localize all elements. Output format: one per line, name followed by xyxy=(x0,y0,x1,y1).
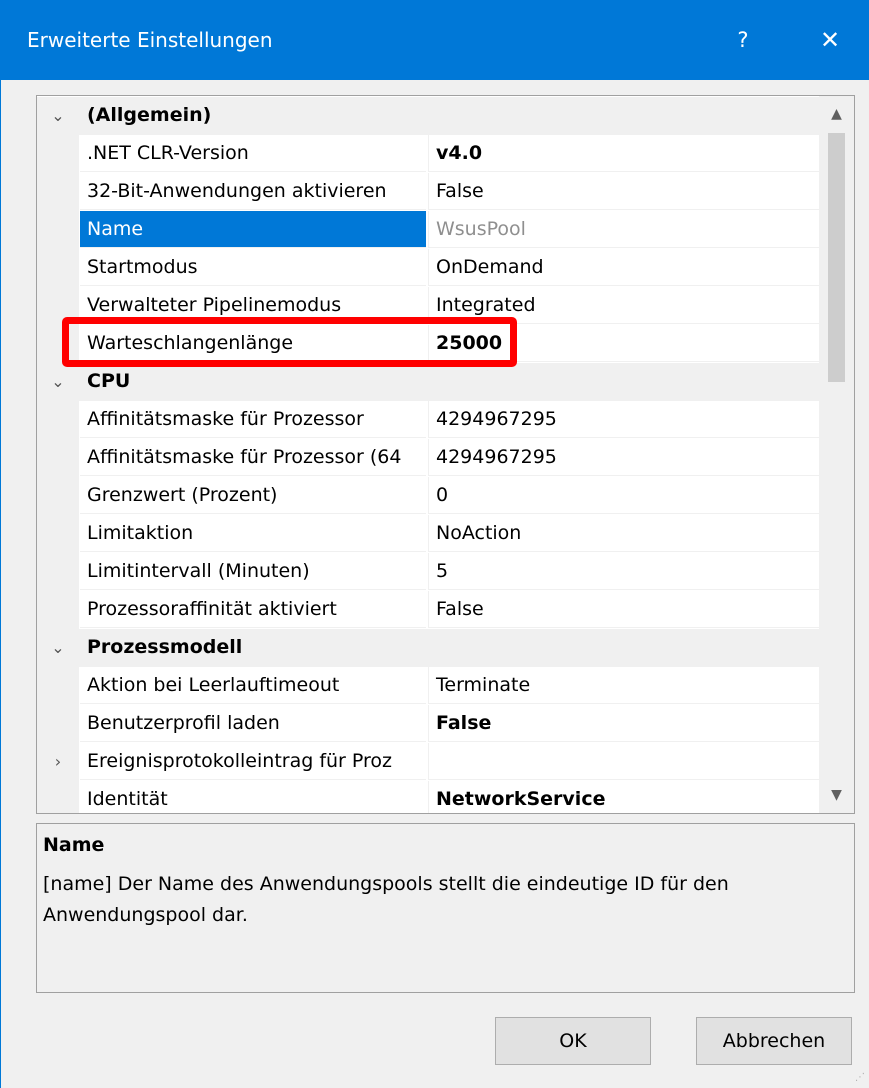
property-name: Identität xyxy=(80,781,426,813)
row-margin xyxy=(37,781,79,813)
property-row[interactable]: Aktion bei Leerlauftimeout Terminate xyxy=(37,667,819,705)
property-value[interactable]: Terminate xyxy=(428,667,819,704)
description-title: Name xyxy=(43,834,105,856)
category-row[interactable]: ⌄ Prozessmodell xyxy=(37,629,819,667)
property-row[interactable]: › Ereignisprotokolleintrag für Proz xyxy=(37,743,819,781)
scroll-thumb[interactable] xyxy=(828,133,845,382)
property-name: Limitintervall (Minuten) xyxy=(80,553,426,590)
row-margin xyxy=(37,591,79,629)
collapse-chevron-icon[interactable]: ⌄ xyxy=(45,629,71,667)
property-name: Aktion bei Leerlauftimeout xyxy=(80,667,426,704)
description-text: [name] Der Name des Anwendungspools stel… xyxy=(43,873,729,926)
row-margin xyxy=(37,515,79,553)
property-name: Startmodus xyxy=(80,249,426,286)
category-label: (Allgemein) xyxy=(87,104,212,126)
help-button[interactable]: ? xyxy=(718,10,768,70)
property-row[interactable]: Affinitätsmaske für Prozessor (64 4294967… xyxy=(37,439,819,477)
scroll-up-arrow-icon[interactable]: ▲ xyxy=(819,96,854,132)
property-value[interactable]: WsusPool xyxy=(428,211,819,248)
row-margin xyxy=(37,553,79,591)
property-name: Limitaktion xyxy=(80,515,426,552)
description-panel: Name [name] Der Name des Anwendungspools… xyxy=(36,823,855,993)
category-label: Prozessmodell xyxy=(87,636,243,658)
property-row[interactable]: Benutzerprofil laden False xyxy=(37,705,819,743)
property-value[interactable]: OnDemand xyxy=(428,249,819,286)
property-name: Affinitätsmaske für Prozessor (64 xyxy=(80,439,426,476)
window-title: Erweiterte Einstellungen xyxy=(27,28,273,52)
property-row[interactable]: Identität NetworkService xyxy=(37,781,819,813)
property-value[interactable]: False xyxy=(428,173,819,210)
title-bar: Erweiterte Einstellungen ? ✕ xyxy=(0,0,869,80)
property-name: Benutzerprofil laden xyxy=(80,705,426,742)
ok-button[interactable]: OK xyxy=(495,1017,651,1065)
row-margin xyxy=(37,667,79,705)
property-value[interactable]: 4294967295 xyxy=(428,439,819,476)
window-border xyxy=(0,80,1,1088)
row-margin xyxy=(37,211,79,249)
property-value[interactable]: 0 xyxy=(428,477,819,514)
property-name: Prozessoraffinität aktiviert xyxy=(80,591,426,628)
property-value[interactable]: NoAction xyxy=(428,515,819,552)
property-row[interactable]: Startmodus OnDemand xyxy=(37,249,819,287)
collapse-chevron-icon[interactable]: ⌄ xyxy=(45,97,71,135)
property-name: Ereignisprotokolleintrag für Proz xyxy=(80,743,426,780)
property-value[interactable]: NetworkService xyxy=(428,781,819,813)
cancel-button[interactable]: Abbrechen xyxy=(696,1017,852,1065)
property-value[interactable]: 4294967295 xyxy=(428,401,819,438)
expand-chevron-icon[interactable]: › xyxy=(45,743,71,781)
vertical-scrollbar[interactable]: ▲ ▼ xyxy=(819,96,854,813)
property-value[interactable]: False xyxy=(428,705,819,742)
resize-grip-icon[interactable]: ⋰ xyxy=(855,1072,867,1084)
property-name: Affinitätsmaske für Prozessor xyxy=(80,401,426,438)
close-button[interactable]: ✕ xyxy=(800,10,860,70)
row-margin xyxy=(37,249,79,287)
scroll-down-arrow-icon[interactable]: ▼ xyxy=(819,777,854,813)
property-name: Name xyxy=(80,211,426,248)
row-margin xyxy=(37,401,79,439)
property-row[interactable]: Name WsusPool xyxy=(37,211,819,249)
property-row[interactable]: Prozessoraffinität aktiviert False xyxy=(37,591,819,629)
property-value[interactable]: 5 xyxy=(428,553,819,590)
property-row[interactable]: Limitintervall (Minuten) 5 xyxy=(37,553,819,591)
row-margin xyxy=(37,439,79,477)
property-value[interactable]: False xyxy=(428,591,819,628)
property-name: 32-Bit-Anwendungen aktivieren xyxy=(80,173,426,210)
category-row[interactable]: ⌄ CPU xyxy=(37,363,819,401)
property-value[interactable] xyxy=(428,743,819,780)
property-row[interactable]: .NET CLR-Version v4.0 xyxy=(37,135,819,173)
property-name: Grenzwert (Prozent) xyxy=(80,477,426,514)
row-margin xyxy=(37,173,79,211)
property-grid[interactable]: ⌄ (Allgemein) .NET CLR-Version v4.0 32-Bit-A… xyxy=(36,95,855,814)
property-row[interactable]: Limitaktion NoAction xyxy=(37,515,819,553)
highlight-box xyxy=(62,317,517,367)
category-label: CPU xyxy=(87,370,131,392)
category-row[interactable]: ⌄ (Allgemein) xyxy=(37,97,819,135)
property-row[interactable]: Affinitätsmaske für Prozessor 4294967295 xyxy=(37,401,819,439)
property-value[interactable]: v4.0 xyxy=(428,135,819,172)
row-margin xyxy=(37,477,79,515)
property-row[interactable]: Grenzwert (Prozent) 0 xyxy=(37,477,819,515)
row-margin xyxy=(37,135,79,173)
property-row[interactable]: 32-Bit-Anwendungen aktivieren False xyxy=(37,173,819,211)
property-name: .NET CLR-Version xyxy=(80,135,426,172)
row-margin xyxy=(37,705,79,743)
collapse-chevron-icon[interactable]: ⌄ xyxy=(45,363,71,401)
